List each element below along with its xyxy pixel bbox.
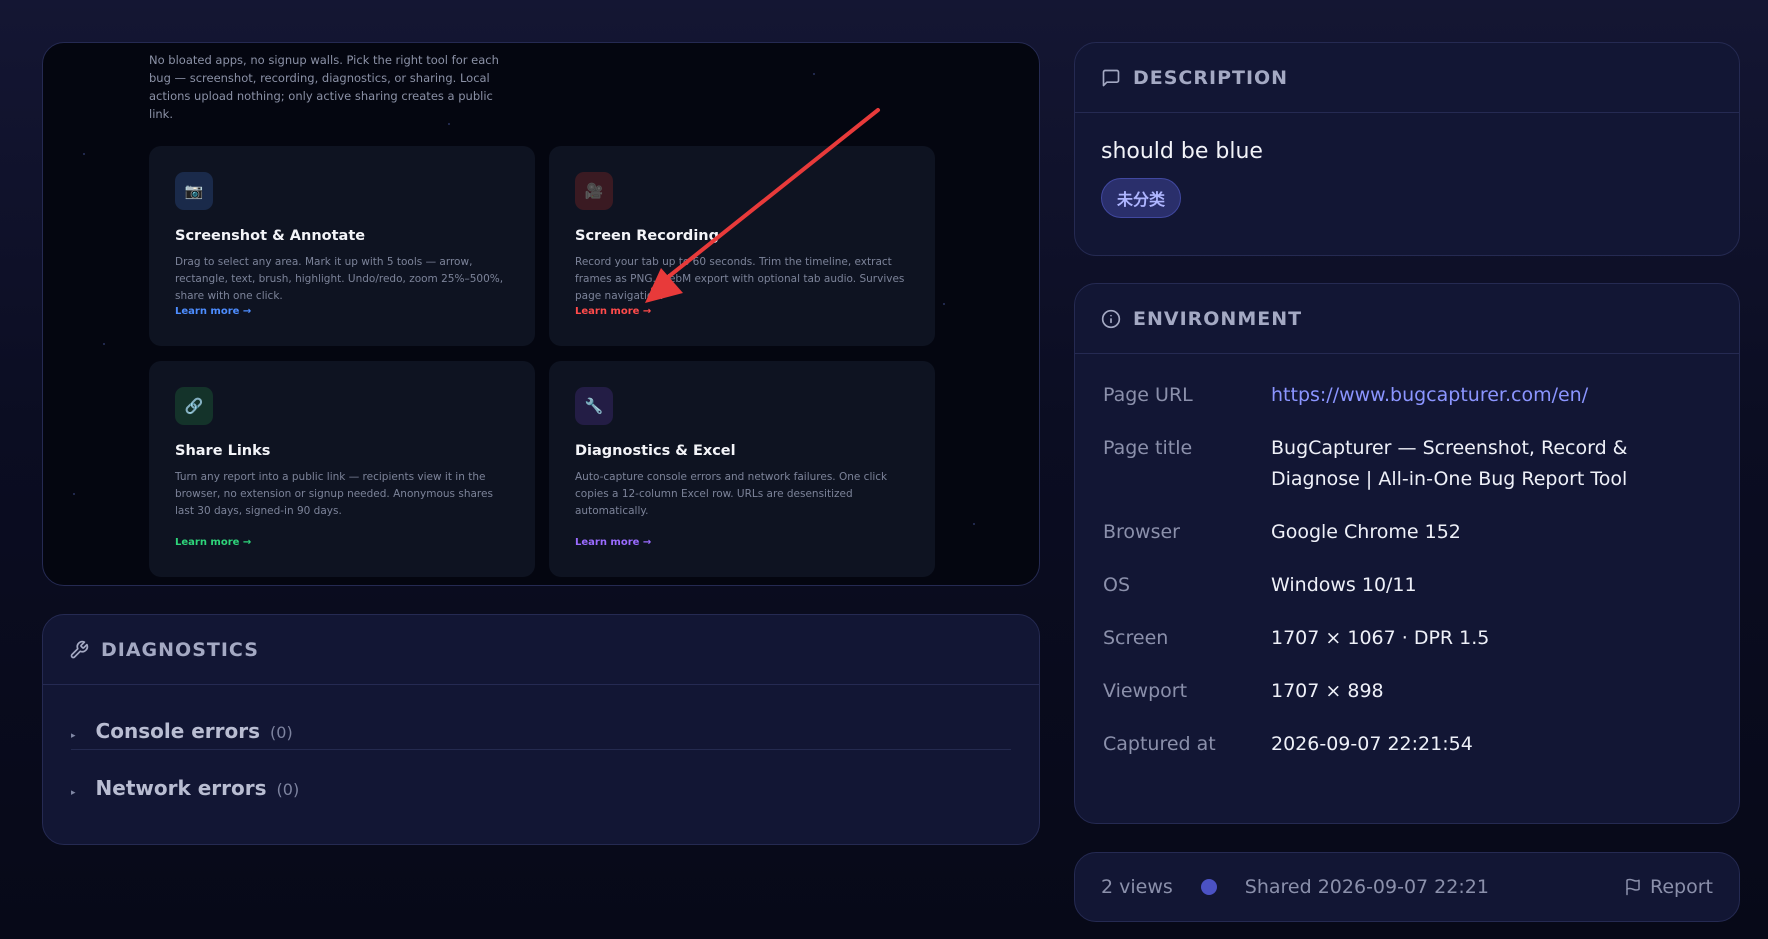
diagnostics-panel: DIAGNOSTICS ▸ Console errors (0) ▸ Netwo… [42, 614, 1040, 845]
env-key: OS [1103, 574, 1131, 596]
description-panel: DESCRIPTION should be blue 未分类 [1074, 42, 1740, 256]
report-label: Report [1650, 876, 1713, 898]
intro-text: No bloated apps, no signup walls. Pick t… [149, 53, 499, 121]
view-count: 2 views [1101, 876, 1173, 898]
env-row-os: OS Windows 10/11 [1103, 570, 1711, 601]
console-errors-toggle[interactable]: ▸ Console errors (0) [71, 693, 1011, 749]
info-icon [1101, 309, 1121, 328]
feature-title: Screenshot & Annotate [175, 228, 366, 244]
diagnostics-title: DIAGNOSTICS [101, 638, 259, 661]
feature-card-share-links[interactable]: 🔗 Share Links Turn any report into a pub… [149, 361, 535, 577]
category-badge: 未分类 [1101, 178, 1182, 218]
network-errors-toggle[interactable]: ▸ Network errors (0) [71, 749, 1011, 805]
feature-title: Diagnostics & Excel [575, 443, 736, 459]
shared-timestamp: Shared 2026-09-07 22:21 [1244, 876, 1489, 898]
environment-title: ENVIRONMENT [1133, 307, 1303, 330]
env-value: Google Chrome 152 [1271, 521, 1461, 543]
env-row-captured-at: Captured at 2026-09-07 22:21:54 [1103, 729, 1711, 760]
wrench-icon: 🔧 [575, 387, 613, 425]
feature-card-recording[interactable]: 🎥 Screen Recording Record your tab up to… [549, 146, 935, 346]
page-url-link[interactable]: https://www.bugcapturer.com/en/ [1271, 380, 1711, 411]
env-key: Viewport [1103, 680, 1188, 702]
learn-more-link[interactable]: Learn more → [175, 537, 251, 548]
environment-panel: ENVIRONMENT Page URL https://www.bugcapt… [1074, 283, 1740, 824]
env-row-page-title: Page title BugCapturer — Screenshot, Rec… [1103, 433, 1711, 495]
env-row-page-url: Page URL https://www.bugcapturer.com/en/ [1103, 380, 1711, 411]
feature-description: Record your tab up to 60 seconds. Trim t… [575, 256, 905, 302]
feature-title: Share Links [175, 443, 271, 459]
feature-description: Auto-capture console errors and network … [575, 471, 888, 517]
description-title: DESCRIPTION [1133, 66, 1289, 89]
network-errors-label: Network errors [95, 776, 267, 800]
flag-icon [1626, 878, 1640, 896]
env-row-browser: Browser Google Chrome 152 [1103, 517, 1711, 548]
feature-card-screenshot[interactable]: 📷 Screenshot & Annotate Drag to select a… [149, 146, 535, 346]
report-button[interactable]: Report [1624, 876, 1713, 898]
camera-icon: 📷 [175, 172, 213, 210]
screenshot-preview[interactable]: No bloated apps, no signup walls. Pick t… [42, 42, 1040, 586]
feature-description: Drag to select any area. Mark it up with… [175, 256, 504, 302]
env-key: Captured at [1103, 733, 1216, 755]
env-value: Windows 10/11 [1271, 574, 1417, 596]
env-value: 1707 × 898 [1271, 680, 1384, 702]
env-key: Page title [1103, 437, 1193, 459]
env-key: Screen [1103, 627, 1169, 649]
description-text: should be blue [1101, 139, 1263, 164]
console-errors-label: Console errors [95, 719, 261, 743]
env-value: 2026-09-07 22:21:54 [1271, 733, 1473, 755]
network-errors-count: (0) [276, 780, 300, 799]
feature-description: Turn any report into a public link — rec… [175, 471, 493, 517]
console-errors-count: (0) [270, 723, 293, 742]
env-value: BugCapturer — Screenshot, Record & Diagn… [1271, 437, 1628, 490]
wrench-icon [70, 640, 89, 658]
env-value: 1707 × 1067 · DPR 1.5 [1271, 627, 1490, 649]
env-row-screen: Screen 1707 × 1067 · DPR 1.5 [1103, 623, 1711, 654]
feature-title: Screen Recording [575, 228, 719, 244]
env-key: Page URL [1103, 384, 1193, 406]
learn-more-link[interactable]: Learn more → [575, 306, 651, 317]
video-camera-icon: 🎥 [575, 172, 613, 210]
learn-more-link[interactable]: Learn more → [175, 306, 251, 317]
learn-more-link[interactable]: Learn more → [575, 537, 651, 548]
message-square-icon [1102, 69, 1120, 86]
env-row-viewport: Viewport 1707 × 898 [1103, 676, 1711, 707]
separator-dot [1200, 879, 1217, 895]
expand-triangle-icon: ▸ [71, 788, 76, 798]
expand-triangle-icon: ▸ [71, 731, 76, 741]
env-key: Browser [1103, 521, 1180, 543]
share-footer: 2 views Shared 2026-09-07 22:21 Report [1074, 852, 1740, 922]
feature-card-diagnostics[interactable]: 🔧 Diagnostics & Excel Auto-capture conso… [549, 361, 935, 577]
link-icon: 🔗 [175, 387, 213, 425]
